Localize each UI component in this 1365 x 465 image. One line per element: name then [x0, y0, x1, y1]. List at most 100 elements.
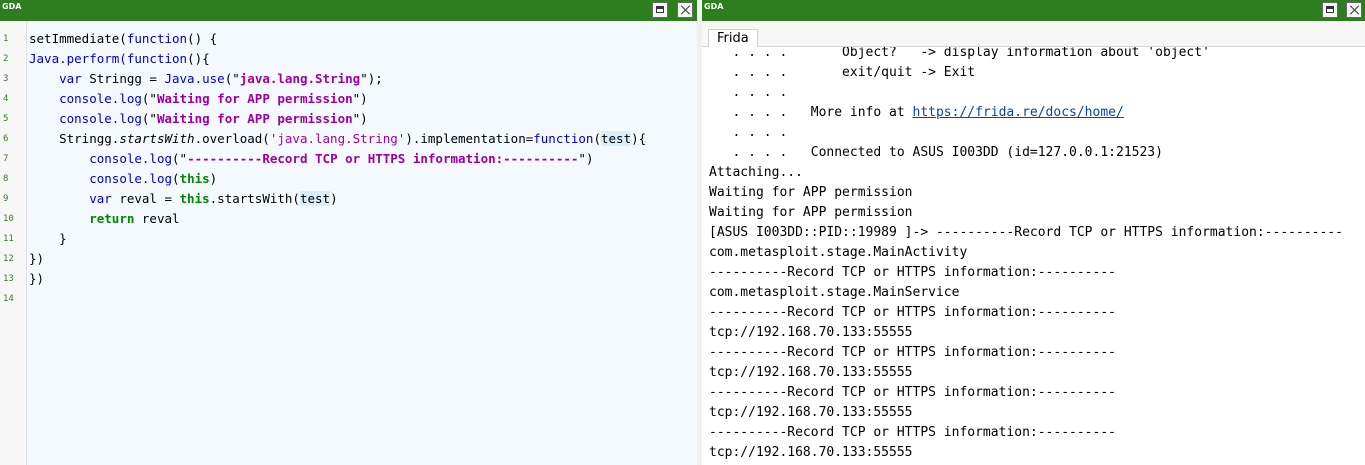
- code-token: console.log: [59, 111, 142, 126]
- line-number: 2: [3, 54, 9, 64]
- code-token: (": [141, 111, 157, 126]
- console-output[interactable]: . . . . Object? -> display information a…: [702, 47, 1365, 465]
- console-text: . . . . Object? -> display information a…: [709, 47, 1210, 60]
- console-line: . . . .: [709, 83, 787, 103]
- line-number: 1: [3, 34, 9, 44]
- line-number: 12: [3, 254, 14, 264]
- console-text: com.metasploit.stage.MainService: [709, 285, 960, 300]
- console-text: ----------Record TCP or HTTPS informatio…: [709, 265, 1116, 280]
- code-token: ");: [360, 71, 383, 86]
- code-token: test: [299, 191, 331, 206]
- console-text: ----------Record TCP or HTTPS informatio…: [709, 345, 1116, 360]
- code-token: "): [578, 151, 594, 166]
- code-token: console.log: [89, 171, 173, 186]
- console-line: Waiting for APP permission: [709, 183, 913, 203]
- code-line[interactable]: setImmediate(function() {: [29, 29, 217, 49]
- console-line: . . . . Connected to ASUS I003DD (id=127…: [709, 143, 1163, 163]
- code-token: console.log: [59, 91, 142, 106]
- docs-link[interactable]: https://frida.re/docs/home/: [913, 105, 1124, 120]
- code-line[interactable]: var reval = this.startsWith(test): [29, 189, 338, 209]
- code-line[interactable]: Java.perform(function(){: [29, 49, 210, 69]
- code-token: var: [89, 191, 112, 206]
- console-text: . . . . Connected to ASUS I003DD (id=127…: [709, 145, 1163, 160]
- code-token: startsWith: [119, 131, 195, 146]
- code-line[interactable]: console.log("Waiting for APP permission"…: [29, 109, 368, 129]
- maximize-button[interactable]: [652, 2, 668, 18]
- line-number: 11: [3, 234, 14, 244]
- code-token: reval: [134, 211, 180, 226]
- console-line: ----------Record TCP or HTTPS informatio…: [709, 423, 1116, 443]
- line-number: 5: [3, 114, 9, 124]
- code-token: Waiting for APP permission: [156, 111, 353, 126]
- line-number: 13: [3, 274, 14, 284]
- code-line[interactable]: }): [29, 249, 44, 269]
- console-line: ----------Record TCP or HTTPS informatio…: [709, 383, 1116, 403]
- code-line[interactable]: Stringg.startsWith.overload('java.lang.S…: [29, 129, 646, 149]
- console-window: GDA Frida . . . . Object? -> display inf…: [702, 0, 1365, 465]
- code-token: (: [172, 171, 180, 186]
- console-text: . . . .: [709, 125, 788, 140]
- console-line: . . . .: [709, 123, 787, 143]
- console-text: ----------Record TCP or HTTPS informatio…: [709, 305, 1116, 320]
- code-token: (": [141, 91, 157, 106]
- code-token: "): [352, 111, 368, 126]
- code-token: "): [352, 91, 368, 106]
- console-line: [ASUS I003DD::PID::19989 ]-> ----------R…: [709, 223, 1343, 243]
- code-token: ).implementation=: [405, 131, 534, 146]
- console-scrollbar[interactable]: [1360, 47, 1365, 465]
- code-token: ){: [631, 131, 647, 146]
- code-token: reval =: [111, 191, 180, 206]
- console-line: Waiting for APP permission: [709, 203, 913, 223]
- console-text: Waiting for APP permission: [709, 205, 913, 220]
- line-number: 4: [3, 94, 9, 104]
- console-line: tcp://192.168.70.133:55555: [709, 363, 913, 383]
- line-number: 8: [3, 174, 9, 184]
- code-token: function: [533, 131, 594, 146]
- code-token: java.lang.String: [239, 71, 361, 86]
- app-logo: GDA: [2, 2, 22, 11]
- console-titlebar: GDA: [702, 0, 1365, 21]
- console-text: [ASUS I003DD::PID::19989 ]-> ----------R…: [709, 225, 1343, 240]
- code-line[interactable]: console.log("Waiting for APP permission"…: [29, 89, 368, 109]
- code-token: ----------Record TCP or HTTPS informatio…: [187, 151, 579, 166]
- console-line: . . . . Object? -> display information a…: [709, 47, 1210, 63]
- console-text: . . . . exit/quit -> Exit: [709, 65, 976, 80]
- code-line[interactable]: }: [29, 229, 67, 249]
- line-number-gutter: 1 2 3 4 5 6 7 8 9 10 11 12 13 14: [0, 21, 27, 465]
- console-tabstrip: Frida: [702, 21, 1365, 48]
- code-token: function: [126, 51, 188, 66]
- console-text: com.metasploit.stage.MainActivity: [709, 245, 968, 260]
- maximize-button[interactable]: [1322, 2, 1338, 18]
- console-line: com.metasploit.stage.MainService: [709, 283, 959, 303]
- line-number: 6: [3, 134, 9, 144]
- code-line[interactable]: console.log("----------Record TCP or HTT…: [29, 149, 593, 169]
- editor-titlebar: GDA: [0, 0, 697, 21]
- code-line[interactable]: console.log(this): [29, 169, 217, 189]
- close-button[interactable]: [677, 2, 693, 18]
- code-token: (){: [187, 51, 210, 66]
- code-token: return: [89, 211, 135, 226]
- code-line[interactable]: }): [29, 269, 44, 289]
- console-text: ----------Record TCP or HTTPS informatio…: [709, 425, 1116, 440]
- close-button[interactable]: [1346, 2, 1362, 18]
- tab-frida[interactable]: Frida: [708, 29, 758, 48]
- line-number: 10: [3, 214, 14, 224]
- console-text: tcp://192.168.70.133:55555: [709, 445, 913, 460]
- code-token: .startsWith(: [209, 191, 300, 206]
- code-token: Stringg =: [81, 71, 165, 86]
- console-line: com.metasploit.stage.MainActivity: [709, 243, 967, 263]
- line-number: 14: [3, 294, 14, 304]
- code-token: Waiting for APP permission: [156, 91, 353, 106]
- code-line[interactable]: return reval: [29, 209, 180, 229]
- console-line: . . . . More info at https://frida.re/do…: [709, 103, 1124, 123]
- code-line[interactable]: var Stringg = Java.use("java.lang.String…: [29, 69, 383, 89]
- app-logo: GDA: [704, 2, 724, 11]
- code-token: this: [179, 171, 210, 186]
- console-line: tcp://192.168.70.133:55555: [709, 403, 913, 423]
- code-area[interactable]: setImmediate(function() {Java.perform(fu…: [27, 21, 697, 465]
- code-token: Stringg.: [29, 131, 120, 146]
- code-token: (": [224, 71, 240, 86]
